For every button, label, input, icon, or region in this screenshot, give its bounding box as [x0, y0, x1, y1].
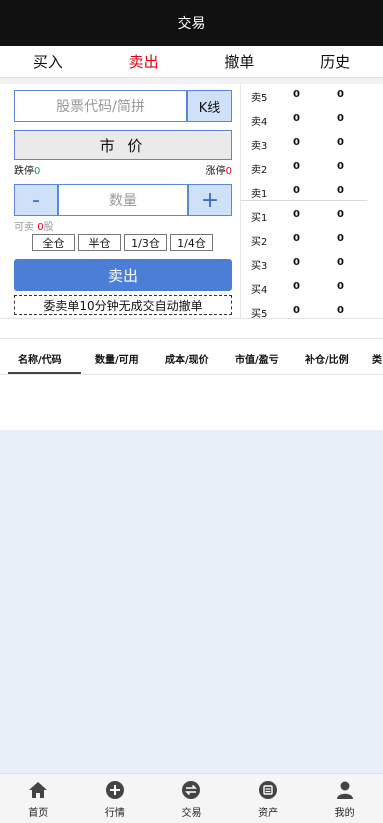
bid-name: 买2: [251, 237, 268, 248]
order-book: 卖5 0 0 卖4 0 0 卖3 0 0 卖2 0 0 卖1 0 0 买1 0 …: [240, 84, 367, 320]
limit-down: 跌停0: [14, 162, 40, 177]
exchange-icon: [182, 781, 201, 799]
ask-name: 卖5: [251, 93, 268, 104]
limit-up: 涨停0: [206, 162, 232, 177]
ask-name: 卖4: [251, 117, 268, 128]
stock-code-input[interactable]: 股票代码/简拼: [14, 90, 187, 122]
ask-price: 0: [293, 137, 300, 148]
ask-row: 卖3 0 0: [241, 132, 367, 156]
col-type[interactable]: 类: [372, 351, 382, 366]
bottom-nav: 首页 行情 交易 资产 我的: [0, 773, 383, 823]
ask-volume: 0: [337, 161, 344, 172]
ratio-third-button[interactable]: 1/3仓: [124, 234, 167, 251]
limit-down-value: 0: [34, 166, 41, 177]
ask-name: 卖3: [251, 141, 268, 152]
bid-row: 买2 0 0: [241, 228, 367, 252]
ask-row: 卖5 0 0: [241, 84, 367, 108]
bid-name: 买3: [251, 261, 268, 272]
bid-volume: 0: [337, 233, 344, 244]
nav-trade[interactable]: 交易: [153, 774, 230, 823]
user-icon: [336, 781, 353, 799]
header-bar: 交易: [0, 0, 383, 46]
ask-name: 卖1: [251, 189, 268, 200]
quantity-stepper: - 数量 +: [14, 184, 232, 216]
limit-up-value: 0: [225, 166, 232, 177]
trade-tabs: 买入 卖出 撤单 历史: [0, 46, 383, 78]
header-divider: [0, 374, 383, 375]
decrease-button[interactable]: -: [14, 184, 58, 216]
book-divider: [241, 200, 367, 201]
ask-price: 0: [293, 113, 300, 124]
ask-row: 卖2 0 0: [241, 156, 367, 180]
tab-buy[interactable]: 买入: [0, 51, 96, 72]
ask-volume: 0: [337, 185, 344, 196]
bid-price: 0: [293, 305, 300, 316]
bid-name: 买4: [251, 285, 268, 296]
ask-volume: 0: [337, 137, 344, 148]
limit-up-label: 涨停: [205, 166, 226, 177]
ask-volume: 0: [337, 113, 344, 124]
bid-volume: 0: [337, 209, 344, 220]
bid-row: 买5 0 0: [241, 300, 367, 324]
bid-volume: 0: [337, 281, 344, 292]
nav-market[interactable]: 行情: [77, 774, 154, 823]
ask-price: 0: [293, 185, 300, 196]
ask-price: 0: [293, 161, 300, 172]
page-title: 交易: [177, 16, 206, 32]
nav-trade-label: 交易: [181, 808, 202, 819]
tab-history[interactable]: 历史: [287, 51, 383, 72]
market-price-field[interactable]: 市 价: [14, 130, 232, 160]
ask-name: 卖2: [251, 165, 268, 176]
col-cost-price[interactable]: 成本/现价: [165, 351, 209, 366]
ratio-full-button[interactable]: 全仓: [32, 234, 75, 251]
ask-price: 0: [293, 89, 300, 100]
holdings-empty-area: [0, 430, 383, 773]
bid-price: 0: [293, 257, 300, 268]
nav-assets[interactable]: 资产: [230, 774, 307, 823]
col-name-code[interactable]: 名称/代码: [18, 351, 62, 366]
bid-row: 买4 0 0: [241, 276, 367, 300]
nav-home[interactable]: 首页: [0, 774, 77, 823]
col-add-ratio[interactable]: 补仓/比例: [305, 351, 349, 366]
tab-sell[interactable]: 卖出: [96, 51, 192, 72]
ratio-half-button[interactable]: 半仓: [78, 234, 121, 251]
home-icon: [29, 782, 48, 798]
bid-volume: 0: [337, 305, 344, 316]
bid-price: 0: [293, 281, 300, 292]
nav-home-label: 首页: [28, 808, 49, 819]
col-value-pnl[interactable]: 市值/盈亏: [235, 351, 279, 366]
quantity-input[interactable]: 数量: [58, 184, 188, 216]
bid-name: 买1: [251, 213, 268, 224]
limit-down-label: 跌停: [14, 166, 34, 177]
avail-label: 可卖: [14, 222, 34, 233]
col-qty-available[interactable]: 数量/可用: [95, 351, 139, 366]
bid-price: 0: [293, 209, 300, 220]
plus-circle-icon: [105, 781, 124, 799]
tab-cancel[interactable]: 撤单: [192, 51, 288, 72]
increase-button[interactable]: +: [188, 184, 232, 216]
sell-submit-button[interactable]: 卖出: [14, 259, 232, 291]
nav-market-label: 行情: [104, 808, 125, 819]
bid-price: 0: [293, 233, 300, 244]
code-row: 股票代码/简拼 K线: [14, 90, 232, 122]
wallet-icon: [259, 781, 278, 799]
avail-unit: 股: [43, 222, 54, 233]
nav-profile-label: 我的: [334, 808, 355, 819]
auto-cancel-notice: 委卖单10分钟无成交自动撤单: [14, 295, 232, 315]
bid-volume: 0: [337, 257, 344, 268]
ask-row: 卖4 0 0: [241, 108, 367, 132]
section-divider: [0, 318, 383, 319]
holdings-header: 名称/代码 数量/可用 成本/现价 市值/盈亏 补仓/比例 类: [0, 340, 383, 374]
ask-volume: 0: [337, 89, 344, 100]
bid-row: 买3 0 0: [241, 252, 367, 276]
kline-button[interactable]: K线: [187, 90, 232, 122]
nav-profile[interactable]: 我的: [306, 774, 383, 823]
nav-assets-label: 资产: [258, 808, 279, 819]
available-to-sell: 可卖 0股: [14, 218, 54, 233]
bid-row: 买1 0 0: [241, 204, 367, 228]
section-divider: [0, 338, 383, 339]
price-limits: 跌停0 涨停0: [14, 162, 232, 177]
ratio-quarter-button[interactable]: 1/4仓: [170, 234, 213, 251]
